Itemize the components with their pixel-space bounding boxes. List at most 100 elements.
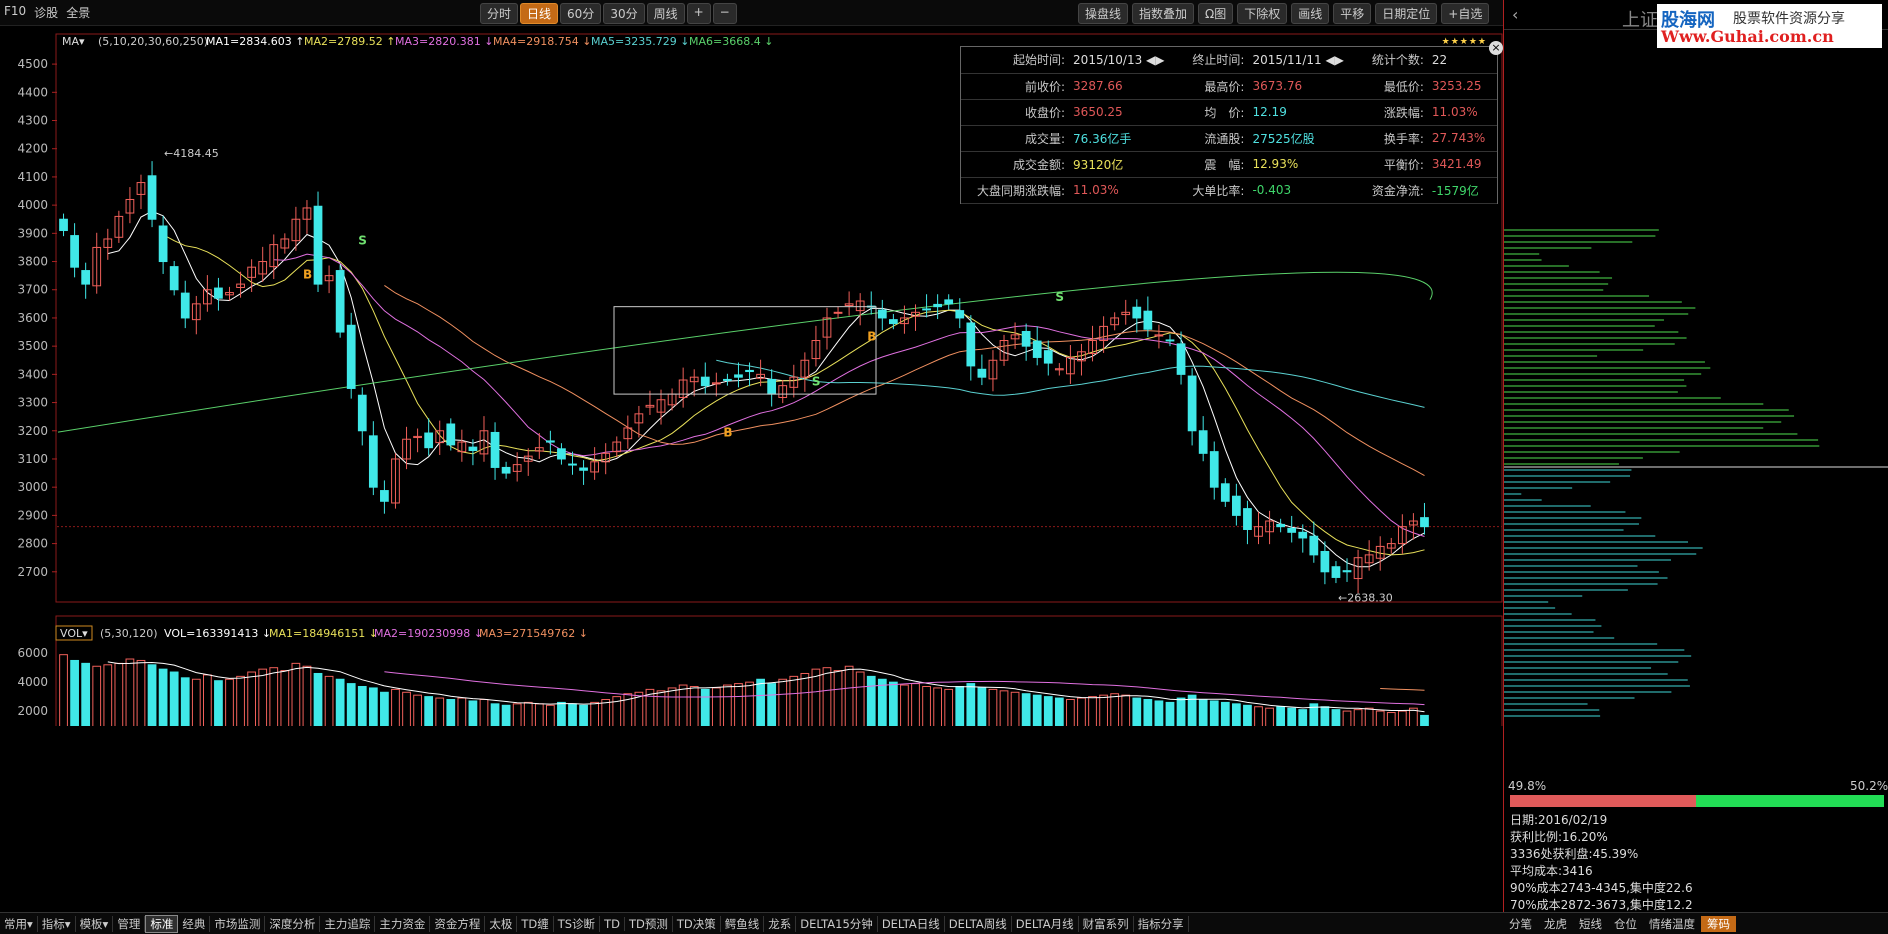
candle-body: [1198, 430, 1208, 454]
candle-body: [501, 466, 511, 474]
top-link-1[interactable]: 诊股: [34, 4, 58, 21]
right-tab-0[interactable]: 分笔: [1503, 916, 1538, 932]
right-tab-2[interactable]: 短线: [1573, 916, 1608, 932]
stats-label: 成交金额:: [961, 151, 1070, 178]
candle-body: [59, 218, 68, 232]
period-2[interactable]: 60分: [560, 3, 602, 24]
tab-8[interactable]: 主力追踪: [320, 915, 376, 932]
tab-3[interactable]: 管理: [113, 915, 146, 932]
period-1[interactable]: 日线: [520, 3, 559, 24]
tab-7[interactable]: 深度分析: [265, 915, 321, 932]
tab-2[interactable]: 模板▾: [76, 915, 114, 932]
stats-value: 22: [1427, 47, 1497, 74]
period-0[interactable]: 分时: [480, 3, 519, 24]
tab-23[interactable]: 财富系列: [1079, 915, 1134, 932]
candle-body: [545, 440, 555, 443]
tab-0[interactable]: 常用▾: [0, 915, 38, 932]
tool-0[interactable]: 操盘线: [1078, 3, 1129, 24]
tab-10[interactable]: 资金方程: [430, 915, 486, 932]
tab-12[interactable]: TD缠: [517, 915, 554, 932]
tab-4[interactable]: 标准: [145, 914, 179, 933]
volume-bar: [413, 694, 422, 741]
tab-16[interactable]: TD决策: [673, 915, 721, 932]
tab-11[interactable]: 太极: [485, 915, 518, 932]
tab-21[interactable]: DELTA周线: [945, 915, 1012, 932]
volume-bar: [479, 699, 489, 741]
tab-24[interactable]: 指标分享: [1134, 915, 1189, 932]
trade-signal: B: [303, 267, 312, 281]
volume-bar: [689, 685, 699, 741]
candle-body: [877, 309, 887, 319]
stats-value: 93120亿: [1069, 151, 1181, 178]
tool-7[interactable]: +自选: [1441, 3, 1490, 24]
volume-bar: [225, 678, 234, 741]
tab-15[interactable]: TD预测: [625, 915, 673, 932]
tool-4[interactable]: 画线: [1291, 3, 1330, 24]
volume-bar: [1231, 703, 1241, 741]
price-tick-label: 3100: [17, 452, 48, 466]
volume-bar: [700, 688, 710, 741]
right-tab-1[interactable]: 龙虎: [1538, 916, 1573, 932]
tab-19[interactable]: DELTA15分钟: [796, 915, 878, 932]
stats-label: 大单比率:: [1180, 177, 1249, 204]
right-tab-3[interactable]: 仓位: [1608, 916, 1643, 932]
candle-body: [346, 324, 356, 389]
volume-bar: [1132, 697, 1142, 741]
tab-1[interactable]: 指标▾: [38, 915, 76, 932]
tab-5[interactable]: 经典: [178, 915, 211, 932]
stats-label: 平衡价:: [1360, 151, 1428, 178]
candle-body: [944, 299, 954, 305]
tool-5[interactable]: 平移: [1333, 3, 1372, 24]
top-link-0[interactable]: F10: [4, 4, 26, 21]
volume-bar: [103, 664, 113, 741]
chip-distribution-panel: ‹ 上证 股海网 股票软件资源分享 Www.Guhai.com.cn: [1503, 0, 1888, 934]
volume-bar: [1154, 700, 1164, 741]
tab-18[interactable]: 龙系: [764, 915, 797, 932]
tab-6[interactable]: 市场监测: [210, 915, 266, 932]
candle-body: [169, 266, 179, 291]
volume-bar: [1342, 710, 1352, 741]
volume-bar: [1276, 706, 1286, 741]
candle-body: [1298, 531, 1308, 539]
volume-bar: [357, 685, 367, 741]
minus-icon[interactable]: −: [712, 3, 737, 24]
tab-13[interactable]: TS诊断: [554, 915, 601, 932]
volume-bar: [877, 678, 887, 741]
add-icon[interactable]: +: [686, 3, 711, 24]
tab-22[interactable]: DELTA月线: [1012, 915, 1079, 932]
candle-body: [1043, 350, 1053, 364]
period-3[interactable]: 30分: [603, 3, 645, 24]
volume-bar: [756, 678, 765, 741]
stats-value: -1579亿: [1427, 177, 1497, 204]
close-icon[interactable]: ×: [1489, 41, 1503, 55]
tool-2[interactable]: Ω图: [1198, 3, 1234, 24]
candle-body: [767, 378, 777, 395]
tool-1[interactable]: 指数叠加: [1132, 3, 1195, 24]
volume-bar: [1220, 701, 1230, 741]
price-tick-label: 2800: [17, 537, 48, 551]
top-link-2[interactable]: 全景: [66, 4, 90, 21]
volume-bar: [911, 683, 920, 741]
tab-17[interactable]: 鳄鱼线: [721, 915, 765, 932]
volume-bar: [402, 691, 411, 741]
price-tick-label: 3400: [17, 367, 48, 381]
chevron-left-icon[interactable]: ‹: [1512, 5, 1518, 24]
volume-bar: [933, 687, 943, 741]
candle-body: [1243, 508, 1252, 530]
trade-signal: S: [358, 234, 367, 248]
tab-9[interactable]: 主力资金: [375, 915, 431, 932]
volume-bar: [767, 683, 777, 741]
tool-6[interactable]: 日期定位: [1375, 3, 1438, 24]
chip-stat-2: 3336处获利盘:45.39%: [1510, 847, 1639, 861]
volume-bar: [988, 688, 998, 741]
tab-14[interactable]: TD: [600, 916, 625, 931]
period-4[interactable]: 周线: [646, 3, 685, 24]
stats-label: 涨跌幅:: [1360, 99, 1428, 126]
volume-bar: [1386, 712, 1396, 741]
volume-bar: [977, 687, 987, 741]
tool-3[interactable]: 下除权: [1237, 3, 1288, 24]
right-tab-4[interactable]: 情绪温度: [1643, 916, 1701, 932]
right-tab-5[interactable]: 筹码: [1701, 915, 1736, 932]
tab-20[interactable]: DELTA日线: [878, 915, 945, 932]
volume-bar: [833, 670, 843, 741]
